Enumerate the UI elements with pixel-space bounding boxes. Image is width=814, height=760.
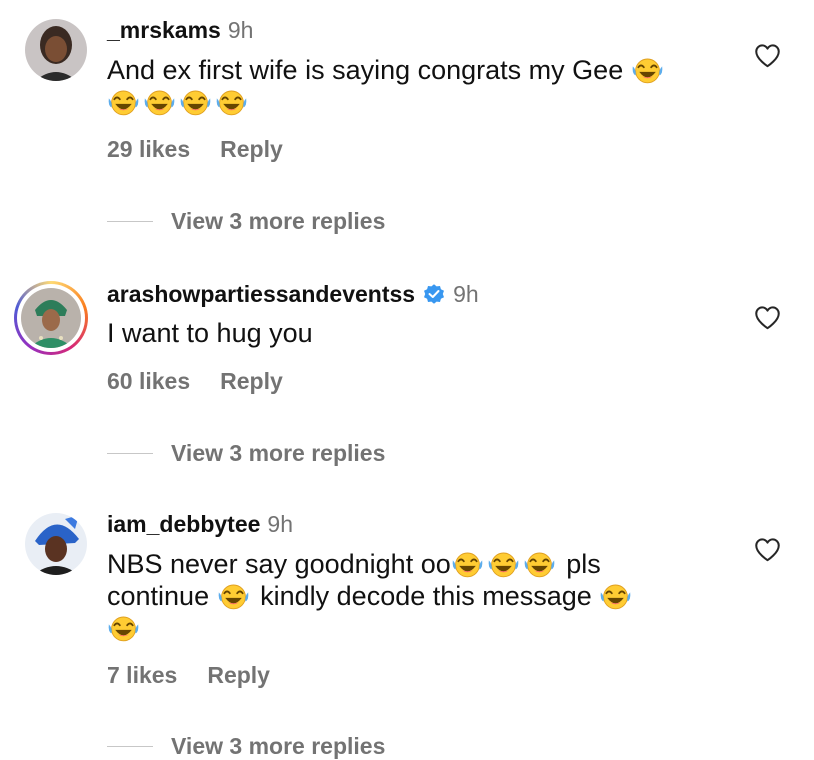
heart-icon[interactable] [754,305,781,330]
avatar[interactable] [25,513,87,575]
tears-of-joy-emoji-icon [215,87,248,117]
heart-icon[interactable] [754,537,781,562]
heart-icon[interactable] [754,43,781,68]
likes-count[interactable]: 29 likes [107,136,190,162]
reply-button[interactable]: Reply [220,368,283,394]
comment-username[interactable]: iam_debbytee [107,510,260,538]
comment-username[interactable]: arashowpartiessandeventss [107,280,415,308]
tears-of-joy-emoji-icon [523,549,556,579]
reply-button[interactable]: Reply [220,136,283,162]
tears-of-joy-emoji-icon [179,87,212,117]
divider-line [107,452,153,454]
tears-of-joy-emoji-icon [107,613,140,643]
tears-of-joy-emoji-icon [631,55,664,85]
comment-username[interactable]: _mrskams [107,16,221,44]
likes-count[interactable]: 60 likes [107,368,190,394]
divider-line [107,745,153,747]
view-replies-button[interactable]: View 3 more replies [107,732,385,760]
avatar [21,288,81,348]
likes-count[interactable]: 7 likes [107,662,177,688]
view-replies-button[interactable]: View 3 more replies [107,439,385,467]
tears-of-joy-emoji-icon [143,87,176,117]
comment-time: 9h [227,17,254,43]
tears-of-joy-emoji-icon [107,87,140,117]
divider-line [107,220,153,222]
view-replies-button[interactable]: View 3 more replies [107,207,385,235]
tears-of-joy-emoji-icon [487,549,520,579]
verified-badge-icon [424,284,445,304]
avatar-story-ring[interactable] [14,281,88,355]
comment-text: NBS never say goodnight oo pls continue … [107,548,727,644]
comment-time: 9h [267,511,293,537]
avatar[interactable] [25,19,87,81]
comment-text: And ex first wife is saying congrats my … [107,54,727,118]
tears-of-joy-emoji-icon [217,581,250,611]
tears-of-joy-emoji-icon [451,549,484,579]
comment-time: 9h [453,281,479,307]
reply-button[interactable]: Reply [207,662,270,688]
comment-text: I want to hug you [107,318,313,348]
tears-of-joy-emoji-icon [599,581,632,611]
